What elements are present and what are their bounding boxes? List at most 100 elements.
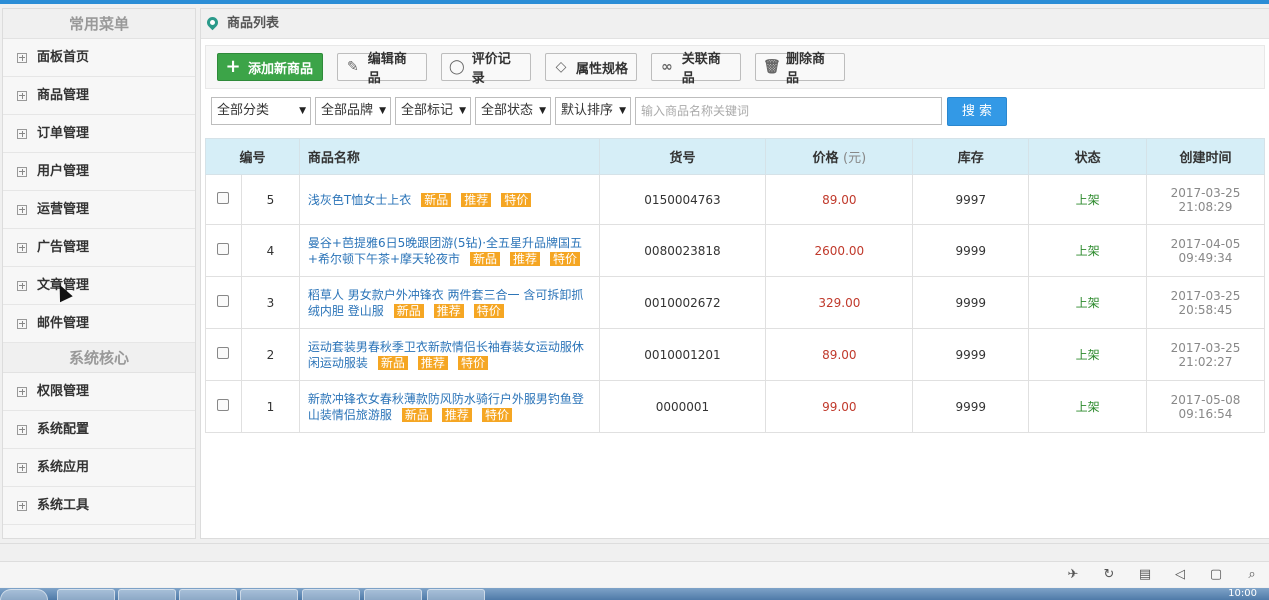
row-id: 3	[240, 276, 300, 329]
top-accent-line	[0, 0, 1269, 4]
row-sku: 0010001201	[598, 328, 767, 381]
sidebar-item-permissions[interactable]: 权限管理	[3, 373, 195, 411]
row-checkbox[interactable]	[217, 399, 230, 411]
sidebar-item-operations[interactable]: 运营管理	[3, 191, 195, 229]
tag-new: 新品	[377, 355, 408, 370]
sidebar-item-label: 面板首页	[37, 50, 90, 65]
sidebar-group-title-common: 常用菜单	[3, 9, 195, 39]
sidebar-item-label: 用户管理	[37, 164, 90, 179]
sidebar-item-label: 订单管理	[37, 126, 90, 141]
browser-status-bar: ✈ ↻ ▤ ◁ ▢ ⌕	[0, 561, 1269, 587]
row-stock: 9997	[912, 174, 1030, 225]
pin-icon[interactable]: ✈	[1066, 568, 1080, 582]
search-icon[interactable]: ⌕	[1245, 568, 1259, 582]
table-row[interactable]: 2 运动套装男春秋季卫衣新款情侣长袖春装女运动服休闲运动服装 新品 推荐 特价 001…	[205, 328, 1265, 381]
sort-select[interactable]: 默认排序 ▼	[555, 97, 631, 125]
row-checkbox[interactable]	[217, 243, 230, 255]
row-status[interactable]: 上架	[1028, 328, 1148, 381]
sidebar-item-mail[interactable]: 邮件管理	[3, 305, 195, 343]
row-price: 89.00	[765, 174, 914, 225]
refresh-icon[interactable]: ↻	[1102, 568, 1116, 582]
tag-new: 新品	[401, 407, 432, 422]
sidebar: 常用菜单 面板首页 商品管理 订单管理 用户管理 运营管理 广告管理 文章管理 …	[2, 8, 196, 539]
sidebar-item-label: 系统工具	[37, 498, 90, 513]
row-checkbox[interactable]	[217, 347, 230, 359]
expand-icon	[17, 386, 27, 397]
taskbar-app-2[interactable]	[118, 589, 176, 600]
product-name-link[interactable]: 曼谷+芭提雅6日5晚跟团游(5钻)·全五星升品牌国五+希尔顿下午茶+摩天轮夜市	[308, 236, 582, 266]
row-name-cell: 运动套装男春秋季卫衣新款情侣长袖春装女运动服休闲运动服装 新品 推荐 特价	[298, 328, 600, 381]
taskbar-app-3[interactable]	[179, 589, 237, 600]
column-header-sku[interactable]: 货号	[598, 138, 767, 175]
start-button[interactable]	[0, 589, 48, 600]
attributes-button[interactable]: ◇ 属性规格	[545, 53, 637, 81]
add-product-button[interactable]: + 添加新商品	[217, 53, 323, 81]
sidebar-item-tools[interactable]: 系统工具	[3, 487, 195, 525]
row-status[interactable]: 上架	[1028, 380, 1148, 433]
related-products-button[interactable]: ∞ 关联商品	[651, 52, 741, 86]
tag-special: 特价	[550, 251, 581, 266]
sidebar-item-apps[interactable]: 系统应用	[3, 449, 195, 487]
row-name-cell: 稻草人 男女款户外冲锋衣 两件套三合一 含可拆卸抓绒内胆 登山服 新品 推荐 特价	[298, 276, 600, 329]
dropdown-arrow-icon: ▼	[459, 106, 466, 116]
sidebar-item-orders[interactable]: 订单管理	[3, 115, 195, 153]
sidebar-item-users[interactable]: 用户管理	[3, 153, 195, 191]
table-row[interactable]: 1 新款冲锋衣女春秋薄款防风防水骑行户外服男钓鱼登山装情侣旅游服 新品 推荐 特价 0…	[205, 380, 1265, 433]
table-row[interactable]: 5 浅灰色T恤女士上衣 新品 推荐 特价 0150004763 89.00 9997 …	[205, 174, 1265, 225]
taskbar-app-1[interactable]	[57, 589, 115, 600]
taskbar-app-7[interactable]	[427, 589, 485, 600]
brand-select[interactable]: 全部品牌 ▼	[315, 97, 391, 125]
tag-recommend: 推荐	[417, 355, 448, 370]
column-header-name[interactable]: 商品名称	[298, 138, 600, 175]
sidebar-item-ads[interactable]: 广告管理	[3, 229, 195, 267]
tag-new: 新品	[393, 303, 424, 318]
column-header-stock[interactable]: 库存	[912, 138, 1030, 175]
window-icon[interactable]: ▢	[1209, 568, 1223, 582]
row-created: 2017-03-25 21:08:29	[1146, 174, 1265, 225]
category-select[interactable]: 全部分类 ▼	[211, 97, 311, 125]
row-price: 89.00	[765, 328, 914, 381]
horizontal-scrollbar[interactable]	[0, 543, 1269, 559]
column-header-created[interactable]: 创建时间	[1146, 138, 1265, 175]
expand-icon	[17, 424, 27, 435]
delete-product-button[interactable]: 🗑 删除商品	[755, 52, 845, 86]
trash-icon[interactable]: ▤	[1138, 568, 1152, 582]
reviews-button[interactable]: ◯ 评价记录	[441, 52, 531, 86]
row-sku: 0000001	[598, 380, 767, 433]
column-header-status[interactable]: 状态	[1028, 138, 1148, 175]
product-name-link[interactable]: 浅灰色T恤女士上衣	[308, 193, 411, 207]
table-row[interactable]: 4 曼谷+芭提雅6日5晚跟团游(5钻)·全五星升品牌国五+希尔顿下午茶+摩天轮夜…	[205, 224, 1265, 277]
edit-product-button[interactable]: ✎ 编辑商品	[337, 52, 427, 86]
table-row[interactable]: 3 稻草人 男女款户外冲锋衣 两件套三合一 含可拆卸抓绒内胆 登山服 新品 推荐 特价…	[205, 276, 1265, 329]
row-checkbox[interactable]	[217, 295, 230, 307]
sidebar-item-articles[interactable]: 文章管理	[3, 267, 195, 305]
search-input[interactable]: 输入商品名称关键词	[635, 97, 942, 125]
row-status[interactable]: 上架	[1028, 224, 1148, 277]
breadcrumb: 商品列表	[201, 9, 1269, 39]
sidebar-item-dashboard[interactable]: 面板首页	[3, 39, 195, 77]
row-status[interactable]: 上架	[1028, 276, 1148, 329]
row-name-cell: 新款冲锋衣女春秋薄款防风防水骑行户外服男钓鱼登山装情侣旅游服 新品 推荐 特价	[298, 380, 600, 433]
column-header-id[interactable]: 编号	[205, 138, 300, 175]
dropdown-arrow-icon: ▼	[619, 106, 626, 116]
status-select[interactable]: 全部状态 ▼	[475, 97, 551, 125]
speaker-icon[interactable]: ◁	[1173, 568, 1187, 582]
row-status[interactable]: 上架	[1028, 174, 1148, 225]
tag-special: 特价	[457, 355, 488, 370]
comment-icon: ◯	[449, 59, 465, 75]
row-name-cell: 曼谷+芭提雅6日5晚跟团游(5钻)·全五星升品牌国五+希尔顿下午茶+摩天轮夜市新…	[298, 224, 600, 277]
sidebar-item-config[interactable]: 系统配置	[3, 411, 195, 449]
taskbar-app-6[interactable]	[364, 589, 422, 600]
mark-select[interactable]: 全部标记 ▼	[395, 97, 471, 125]
taskbar-app-4[interactable]	[240, 589, 298, 600]
taskbar-app-5[interactable]	[302, 589, 360, 600]
sidebar-item-label: 系统应用	[37, 460, 90, 475]
search-button[interactable]: 搜 索	[947, 97, 1007, 126]
expand-icon	[17, 52, 27, 63]
dropdown-arrow-icon: ▼	[539, 106, 546, 116]
row-checkbox[interactable]	[217, 192, 230, 204]
product-table: 编号 商品名称 货号 价格 (元) 库存 状态 创建时间 5 浅灰色T恤女士上衣…	[205, 138, 1265, 433]
row-sku: 0010002672	[598, 276, 767, 329]
sidebar-item-products[interactable]: 商品管理	[3, 77, 195, 115]
column-header-price[interactable]: 价格 (元)	[765, 138, 914, 175]
